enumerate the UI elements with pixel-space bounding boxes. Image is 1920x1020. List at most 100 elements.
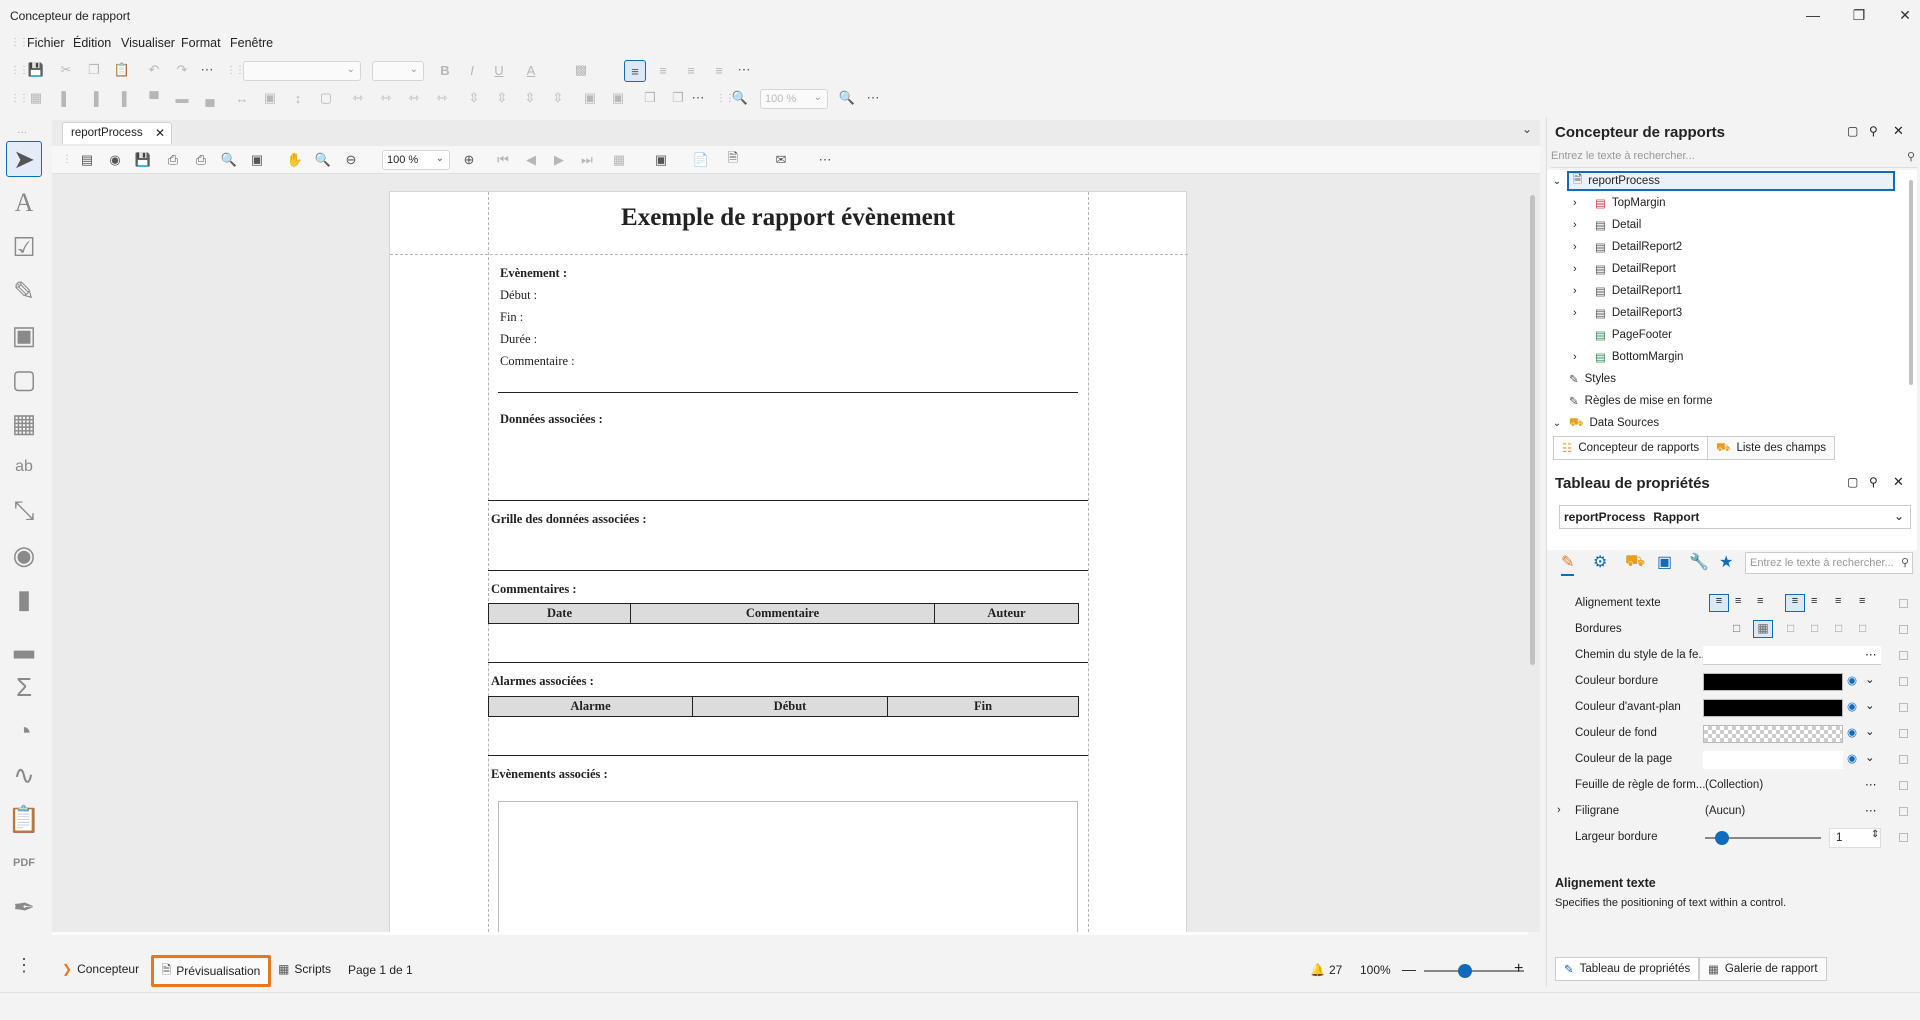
tree-scrollbar[interactable] — [1909, 180, 1913, 385]
border-all-icon[interactable]: ▦ — [1753, 620, 1773, 638]
reset-checkbox[interactable] — [1899, 703, 1908, 712]
same-size-icon[interactable]: ▢ — [317, 89, 335, 107]
zoom-out-icon[interactable]: 🔍 — [731, 89, 749, 107]
align-center-icon[interactable]: ≡ — [1811, 595, 1817, 607]
eyedropper-icon[interactable]: ◉ — [1847, 751, 1857, 765]
scale-icon[interactable]: ▣ — [248, 151, 266, 169]
v-spacing-remove-icon[interactable]: ⇳ — [549, 89, 567, 107]
watermark-icon[interactable]: 📄 — [692, 151, 710, 169]
find-icon[interactable]: ◉ — [106, 151, 124, 169]
same-height-icon[interactable]: ↕ — [289, 89, 307, 107]
picture-tool-icon[interactable]: ▣ — [6, 317, 42, 353]
font-family-combo[interactable]: ⌄ — [243, 61, 361, 81]
reset-checkbox[interactable] — [1899, 807, 1908, 816]
v-spacing-inc-icon[interactable]: ⇳ — [493, 89, 511, 107]
favorites-category-icon[interactable]: ★ — [1719, 552, 1733, 572]
stylesheet-path-input[interactable] — [1703, 646, 1881, 665]
float-icon[interactable]: ▢ — [1847, 124, 1858, 138]
align-centers-icon[interactable]: ▐ — [85, 89, 103, 107]
reset-checkbox[interactable] — [1899, 599, 1908, 608]
notifications[interactable]: 🔔 27 — [1310, 963, 1342, 977]
ellipsis-icon[interactable]: ⋯ — [1865, 803, 1877, 817]
h-spacing-equal-icon[interactable]: ⇿ — [349, 89, 367, 107]
redo-icon[interactable]: ↷ — [173, 61, 191, 79]
designer-tab[interactable]: ❯ Concepteur — [62, 962, 139, 976]
tree-item-root[interactable]: ⌄ 🗎 reportProcess — [1547, 170, 1920, 192]
next-page-icon[interactable]: ▶ — [550, 151, 568, 169]
shape-tool-icon[interactable]: ◉ — [6, 537, 42, 573]
richtext-tool-icon[interactable]: ✎ — [6, 273, 42, 309]
chevron-down-icon[interactable]: ⌄ — [1547, 418, 1567, 429]
more-icon[interactable]: ⋯ — [689, 89, 707, 107]
v-spacing-dec-icon[interactable]: ⇳ — [521, 89, 539, 107]
preview-canvas[interactable]: Exemple de rapport évènement Evènement :… — [52, 175, 1528, 932]
justify-full-icon[interactable]: ≡ — [710, 61, 728, 79]
size-to-grid-icon[interactable]: ▣ — [261, 89, 279, 107]
eyedropper-icon[interactable]: ◉ — [1847, 699, 1857, 713]
reset-checkbox[interactable] — [1899, 677, 1908, 686]
page-setup-icon[interactable]: 🔍 — [220, 151, 238, 169]
tree-item-detail[interactable]: › ▤ Detail — [1547, 214, 1920, 236]
more-icon[interactable]: ⋯ — [864, 89, 882, 107]
tree-item-rules[interactable]: ✎ Règles de mise en forme — [1547, 390, 1920, 412]
table-tool-icon[interactable]: ▦ — [6, 405, 42, 441]
behavior-category-icon[interactable]: ⚙ — [1593, 552, 1607, 572]
chevron-down-icon[interactable]: ⌄ — [1522, 122, 1532, 136]
chevron-right-icon[interactable]: › — [1573, 241, 1589, 253]
forecolor-swatch[interactable] — [1703, 699, 1843, 717]
tree-item-detailreport2[interactable]: › ▤ DetailReport2 — [1547, 236, 1920, 258]
chevron-right-icon[interactable]: › — [1573, 219, 1589, 231]
subreport-tool-icon[interactable]: 📋 — [6, 801, 42, 837]
menu-visualiser[interactable]: Visualiser — [121, 36, 175, 50]
align-left-icon[interactable]: ≡ — [1785, 594, 1805, 612]
chevron-down-icon[interactable]: ⌄ — [1547, 176, 1567, 187]
vertical-scrollbar[interactable] — [1530, 195, 1535, 665]
zoom-plus-icon[interactable]: + — [1514, 960, 1523, 978]
align-rights-icon[interactable]: ▐ — [113, 89, 131, 107]
close-panel-icon[interactable]: ✕ — [1893, 474, 1904, 490]
tab-report-explorer[interactable]: ☷ Concepteur de rapports — [1553, 436, 1709, 460]
border-top-icon[interactable]: □ — [1811, 621, 1818, 635]
minimize-icon[interactable]: — — [1790, 0, 1836, 30]
bold-icon[interactable]: B — [436, 61, 454, 79]
justify-center-icon[interactable]: ≡ — [654, 61, 672, 79]
export-icon[interactable]: 🗎 — [724, 150, 742, 169]
align-justify-icon[interactable]: ≡ — [1859, 595, 1865, 607]
background-icon[interactable]: ▣ — [652, 151, 670, 169]
menu-edition[interactable]: Édition — [73, 36, 111, 50]
more-icon[interactable]: ⋯ — [735, 61, 753, 79]
preview-zoom-combo[interactable]: 100 % ⌄ — [382, 150, 450, 170]
document-map-icon[interactable]: ▤ — [78, 151, 96, 169]
properties-search-input[interactable]: Entrez le texte à rechercher... ⚲ — [1745, 552, 1913, 574]
align-lefts-icon[interactable]: ▌ — [57, 89, 75, 107]
first-page-icon[interactable]: ⏮ — [494, 151, 512, 169]
chevron-right-icon[interactable]: › — [1573, 307, 1589, 319]
zoom-slider[interactable] — [1424, 970, 1524, 972]
backcolor-icon[interactable]: ▩ — [572, 61, 590, 79]
zoom-in-icon[interactable]: ⊕ — [460, 151, 478, 169]
explorer-search-input[interactable]: Entrez le texte à rechercher... ⚲ — [1551, 150, 1917, 168]
chevron-down-icon[interactable]: ⌄ — [1865, 724, 1875, 738]
ellipsis-icon[interactable]: ⋯ — [1865, 647, 1877, 661]
tab-properties[interactable]: ✎ Tableau de propriétés — [1555, 957, 1700, 981]
prop-backcolor[interactable]: Couleur de fond ◉ ⌄ — [1547, 721, 1920, 747]
zoom-minus-icon[interactable]: — — [1402, 961, 1416, 977]
scripts-tab[interactable]: ▦ Scripts — [278, 962, 331, 976]
more-icon[interactable]: ⋯ — [816, 151, 834, 169]
prop-watermark[interactable]: › Filigrane (Aucun) ⋯ — [1547, 799, 1920, 825]
align-top-icon[interactable]: ≡ — [1709, 594, 1729, 612]
close-icon[interactable]: ✕ — [1882, 0, 1920, 30]
h-spacing-remove-icon[interactable]: ⇿ — [433, 89, 451, 107]
prop-forecolor[interactable]: Couleur d'avant-plan ◉ ⌄ — [1547, 695, 1920, 721]
underline-icon[interactable]: U — [490, 61, 508, 79]
menu-fenetre[interactable]: Fenêtre — [230, 36, 273, 50]
reset-checkbox[interactable] — [1899, 833, 1908, 842]
reset-checkbox[interactable] — [1899, 729, 1908, 738]
h-spacing-inc-icon[interactable]: ⇿ — [377, 89, 395, 107]
prop-border-width[interactable]: Largeur bordure 1 ⇕ — [1547, 825, 1920, 851]
backcolor-swatch[interactable] — [1703, 725, 1843, 743]
chevron-right-icon[interactable]: › — [1573, 197, 1589, 209]
data-category-icon[interactable]: ⛟ — [1625, 552, 1645, 572]
line-tool-icon[interactable]: ⤡ — [6, 493, 42, 529]
checkbox-tool-icon[interactable]: ☑ — [6, 229, 42, 265]
